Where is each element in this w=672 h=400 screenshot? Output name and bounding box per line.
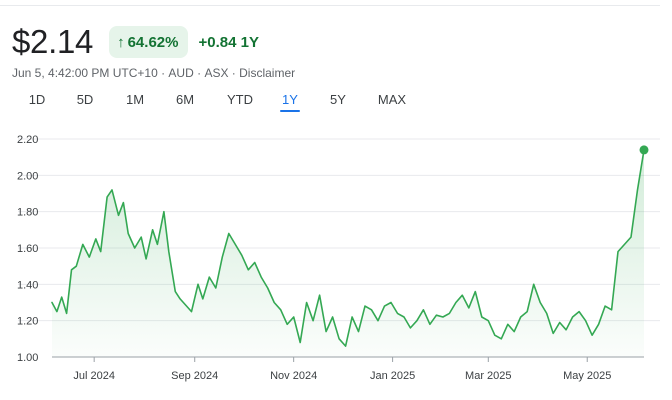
latest-price-point <box>639 145 649 155</box>
x-tick-label: Jul 2024 <box>73 370 115 382</box>
x-tick-label: Nov 2024 <box>270 370 317 382</box>
y-tick-label: 2.20 <box>17 134 38 146</box>
y-tick-label: 1.00 <box>17 352 38 364</box>
y-tick-label: 2.00 <box>17 170 38 182</box>
x-tick-label: Sep 2024 <box>171 370 218 382</box>
x-tick-label: Mar 2025 <box>465 370 511 382</box>
price-area <box>52 149 644 357</box>
y-tick-label: 1.40 <box>17 279 38 291</box>
x-tick-label: May 2025 <box>563 370 611 382</box>
y-tick-label: 1.60 <box>17 243 38 255</box>
y-tick-label: 1.20 <box>17 316 38 328</box>
y-tick-label: 1.80 <box>17 207 38 219</box>
x-tick-label: Jan 2025 <box>370 370 415 382</box>
price-chart: 1.00 1.20 1.40 1.60 1.80 2.00 2.20 Jul 2024 Sep … <box>17 134 660 382</box>
